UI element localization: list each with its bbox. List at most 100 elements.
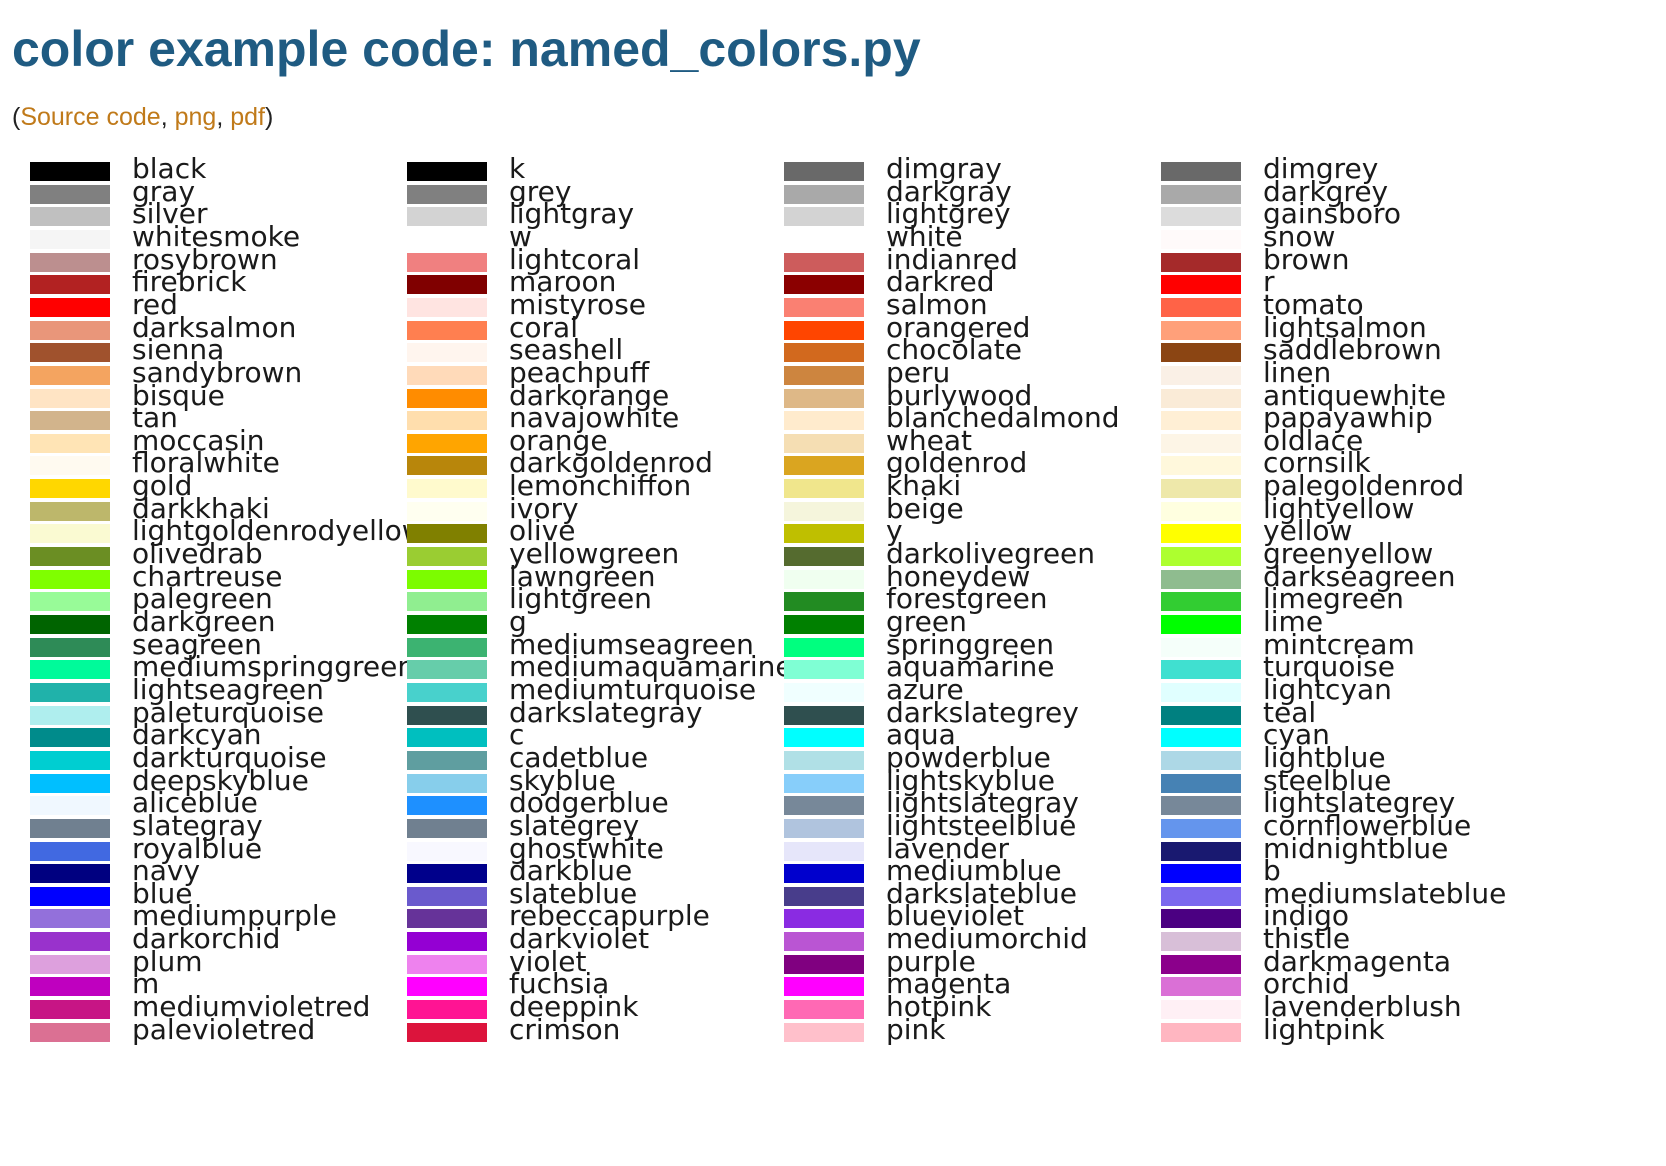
- color-swatch: [784, 728, 864, 748]
- pdf-link[interactable]: pdf: [230, 103, 265, 131]
- color-swatch: [1161, 229, 1241, 249]
- color-swatch: [784, 388, 864, 408]
- color-swatch: [1161, 411, 1241, 431]
- color-swatch: [784, 637, 864, 657]
- color-swatch: [784, 479, 864, 499]
- color-swatch: [1161, 252, 1241, 272]
- color-swatch: [1161, 569, 1241, 589]
- color-row: k: [377, 153, 777, 185]
- color-swatch: [1161, 682, 1241, 702]
- color-swatch: [30, 954, 110, 974]
- color-swatch: [784, 1000, 864, 1020]
- color-swatch: [1161, 750, 1241, 770]
- color-swatch: [1161, 637, 1241, 657]
- color-swatch: [30, 252, 110, 272]
- color-swatch: [1161, 433, 1241, 453]
- color-swatch: [784, 841, 864, 861]
- color-swatch: [30, 411, 110, 431]
- color-row: brown: [1131, 243, 1531, 275]
- color-swatch: [30, 592, 110, 612]
- color-swatch: [1161, 864, 1241, 884]
- color-swatch: [1161, 728, 1241, 748]
- color-swatch: [30, 909, 110, 929]
- color-swatch: [407, 660, 487, 680]
- color-swatch: [30, 796, 110, 816]
- color-swatch: [784, 682, 864, 702]
- color-swatch: [1161, 524, 1241, 544]
- color-swatch: [1161, 501, 1241, 521]
- links-close-paren: ): [265, 103, 274, 131]
- color-row: lightpink: [1131, 1013, 1531, 1045]
- color-swatch: [1161, 841, 1241, 861]
- color-swatch: [407, 365, 487, 385]
- color-row: limegreen: [1131, 583, 1531, 615]
- color-row: floralwhite: [0, 447, 400, 479]
- color-swatch: [30, 637, 110, 657]
- color-row: midnightblue: [1131, 832, 1531, 864]
- page-title: color example code: named_colors.py: [12, 21, 921, 77]
- color-swatch: [1161, 162, 1241, 181]
- color-swatch: [30, 524, 110, 544]
- color-swatch: [407, 320, 487, 340]
- color-swatch: [30, 365, 110, 385]
- color-swatch: [784, 569, 864, 589]
- color-swatch: [407, 456, 487, 476]
- color-swatch: [784, 886, 864, 906]
- color-name-label: palevioletred: [132, 1012, 316, 1046]
- color-row: plum: [0, 945, 400, 977]
- color-swatch: [1161, 547, 1241, 567]
- color-swatch: [1161, 592, 1241, 612]
- color-swatch: [30, 229, 110, 249]
- color-swatch: [784, 773, 864, 793]
- color-swatch: [1161, 343, 1241, 363]
- color-swatch: [30, 162, 110, 181]
- color-swatch: [1161, 796, 1241, 816]
- png-link[interactable]: png: [175, 103, 217, 131]
- color-swatch: [784, 954, 864, 974]
- color-swatch: [407, 773, 487, 793]
- color-swatch: [784, 615, 864, 634]
- color-row: lightgreen: [377, 583, 777, 615]
- color-swatch: [30, 682, 110, 702]
- color-swatch: [784, 750, 864, 770]
- color-row: crimson: [377, 1013, 777, 1045]
- color-swatch: [407, 297, 487, 317]
- color-swatch: [784, 411, 864, 431]
- color-swatch: [407, 728, 487, 748]
- color-swatch: [784, 501, 864, 521]
- color-swatch: [407, 547, 487, 567]
- color-swatch: [784, 456, 864, 476]
- color-swatch: [407, 705, 487, 725]
- color-swatch: [30, 750, 110, 770]
- source-code-link[interactable]: Source code: [20, 103, 160, 131]
- color-swatch: [30, 1022, 110, 1042]
- color-swatch: [1161, 365, 1241, 385]
- color-swatch: [407, 909, 487, 929]
- color-swatch: [1161, 275, 1241, 295]
- color-row: hotpink: [754, 991, 1154, 1023]
- color-swatch: [784, 207, 864, 227]
- color-swatch: [30, 660, 110, 680]
- color-row: palevioletred: [0, 1013, 400, 1045]
- color-swatch: [407, 184, 487, 204]
- color-swatch: [30, 705, 110, 725]
- color-swatch: [784, 909, 864, 929]
- color-swatch: [407, 841, 487, 861]
- color-swatch: [784, 592, 864, 612]
- color-row: lightgray: [377, 198, 777, 230]
- color-name-label: pink: [886, 1012, 946, 1046]
- color-swatch: [407, 524, 487, 544]
- color-swatch: [407, 411, 487, 431]
- color-swatch: [407, 750, 487, 770]
- color-swatch: [1161, 1022, 1241, 1042]
- color-swatch: [784, 932, 864, 952]
- color-swatch: [1161, 773, 1241, 793]
- color-swatch: [784, 343, 864, 363]
- color-swatch: [1161, 977, 1241, 997]
- color-swatch: [407, 932, 487, 952]
- color-swatch: [407, 637, 487, 657]
- links-separator: ,: [216, 103, 231, 131]
- color-swatch: [1161, 320, 1241, 340]
- color-swatch: [30, 501, 110, 521]
- color-row: ivory: [377, 492, 777, 524]
